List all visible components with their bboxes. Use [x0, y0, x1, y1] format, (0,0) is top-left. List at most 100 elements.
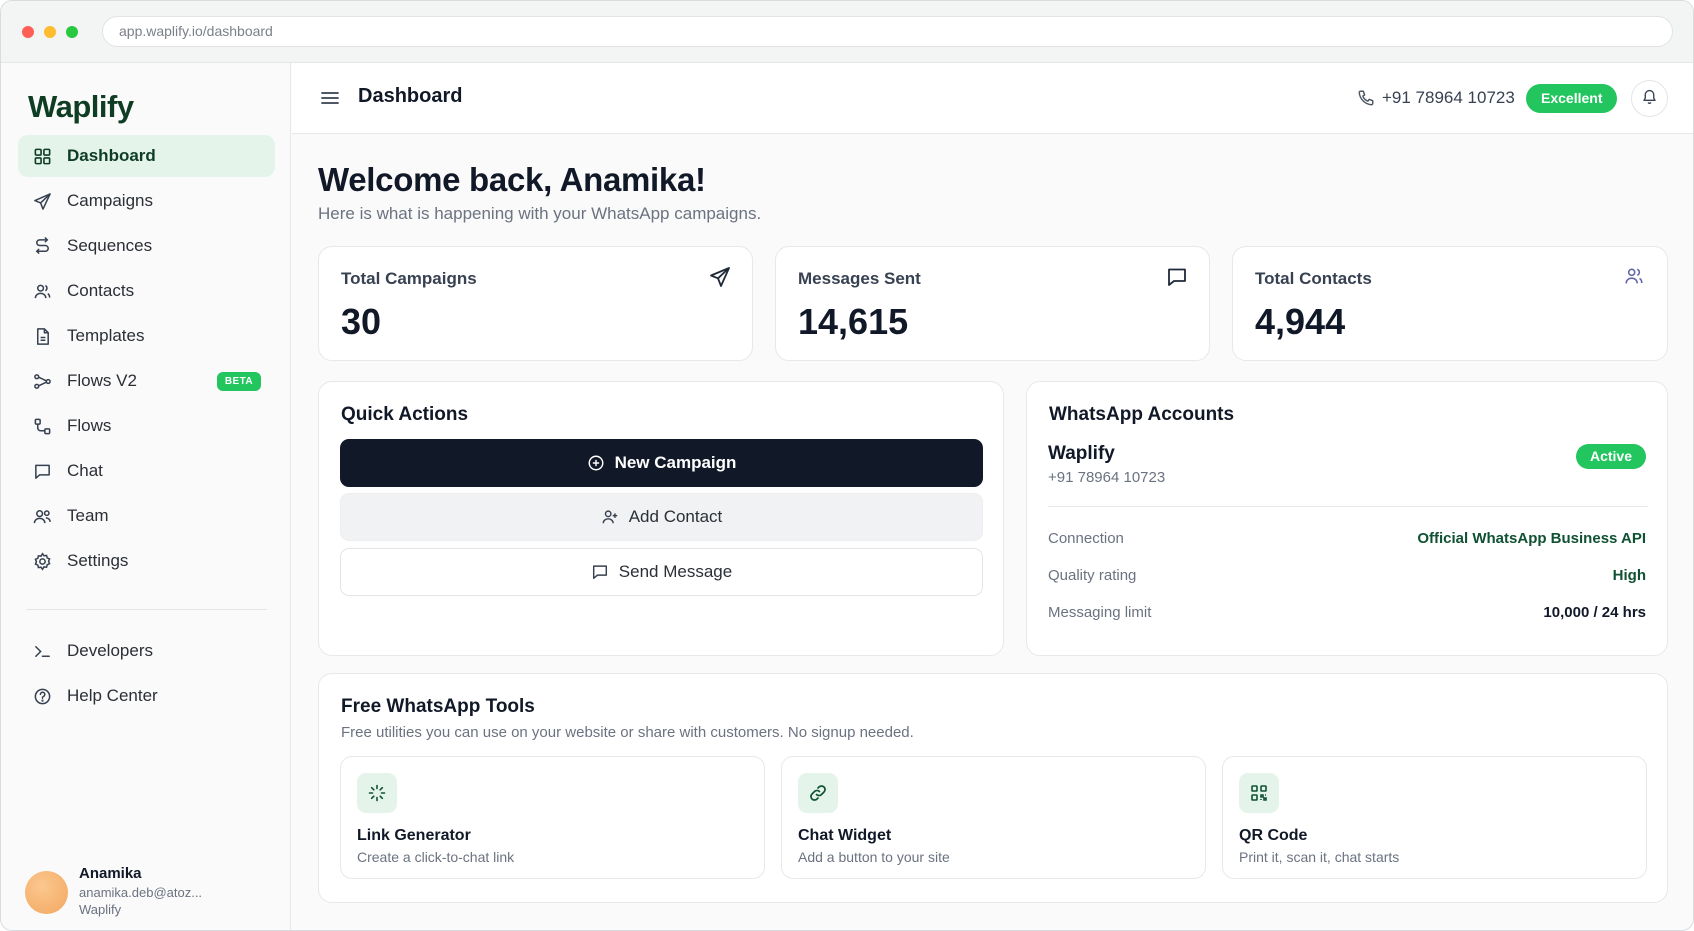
sidebar: Waplify Dashboard Campaigns Sequences Co… — [1, 63, 291, 930]
sidebar-item-flows[interactable]: Flows — [18, 405, 275, 447]
add-contact-label: Add Contact — [628, 507, 723, 526]
stat-label: Messages Sent — [798, 269, 921, 288]
gear-icon — [32, 551, 52, 571]
new-campaign-button[interactable]: New Campaign — [340, 439, 983, 487]
chat-icon — [1165, 265, 1189, 289]
stat-value: 4,944 — [1255, 301, 1346, 342]
user-email: anamika.deb@atoz... — [79, 885, 203, 900]
sequence-icon — [32, 236, 52, 256]
sidebar-item-label: Flows V2 — [67, 371, 137, 390]
account-name: Waplify — [1048, 443, 1115, 464]
sidebar-item-team[interactable]: Team — [18, 495, 275, 537]
send-icon — [32, 191, 52, 211]
address-bar[interactable]: app.waplify.io/dashboard — [102, 16, 1673, 47]
user-profile[interactable]: Anamika anamika.deb@atoz... Waplify — [25, 865, 275, 925]
sidebar-item-label: Team — [67, 506, 109, 525]
quality-rating-value: High — [1612, 567, 1646, 584]
sidebar-item-developers[interactable]: Developers — [18, 630, 275, 672]
users-icon — [32, 281, 52, 301]
user-plus-icon — [602, 510, 617, 524]
link-icon — [798, 773, 838, 813]
sidebar-item-dashboard[interactable]: Dashboard — [18, 135, 275, 177]
tool-card-chat-widget[interactable]: Chat Widget Add a button to your site — [781, 756, 1206, 879]
tool-description: Add a button to your site — [798, 849, 950, 865]
stat-value: 14,615 — [798, 301, 909, 342]
sidebar-item-label: Developers — [67, 641, 153, 660]
grid-icon — [32, 146, 52, 166]
add-contact-button[interactable]: Add Contact — [340, 493, 983, 541]
account-divider — [1048, 506, 1648, 507]
tool-card-link-generator[interactable]: Link Generator Create a click-to-chat li… — [340, 756, 765, 879]
sidebar-item-sequences[interactable]: Sequences — [18, 225, 275, 267]
stat-card-total-contacts[interactable]: Total Contacts 4,944 — [1232, 246, 1668, 361]
free-tools-card: Free WhatsApp Tools Free utilities you c… — [318, 673, 1668, 903]
sidebar-item-contacts[interactable]: Contacts — [18, 270, 275, 312]
quality-status-badge: Excellent — [1526, 84, 1618, 113]
tool-title: Link Generator — [357, 827, 471, 844]
app-logo[interactable]: Waplify — [28, 89, 134, 125]
team-icon — [32, 506, 52, 526]
flow-icon — [32, 371, 52, 391]
page-title: Dashboard — [358, 85, 463, 107]
sidebar-item-label: Flows — [67, 416, 112, 435]
route-icon — [32, 416, 52, 436]
whatsapp-accounts-title: WhatsApp Accounts — [1049, 404, 1235, 425]
maximize-window-dot[interactable] — [66, 26, 78, 38]
sidebar-item-label: Help Center — [67, 686, 158, 705]
avatar — [25, 871, 68, 914]
stat-value: 30 — [341, 301, 382, 342]
terminal-icon — [32, 641, 52, 661]
user-name: Anamika — [79, 865, 142, 882]
user-organization: Waplify — [79, 902, 122, 917]
tool-title: Chat Widget — [798, 827, 892, 844]
bell-icon — [1641, 88, 1658, 110]
file-icon — [32, 326, 52, 346]
sidebar-item-flows-v2[interactable]: Flows V2 BETA — [18, 360, 275, 402]
sidebar-item-templates[interactable]: Templates — [18, 315, 275, 357]
sidebar-item-label: Sequences — [67, 236, 153, 255]
tool-description: Print it, scan it, chat starts — [1239, 849, 1400, 865]
sidebar-item-label: Chat — [67, 461, 103, 480]
plus-circle-icon — [588, 455, 604, 471]
free-tools-title: Free WhatsApp Tools — [341, 696, 535, 717]
sidebar-item-help-center[interactable]: Help Center — [18, 675, 275, 717]
sidebar-item-label: Campaigns — [67, 191, 153, 210]
stat-label: Total Contacts — [1255, 269, 1372, 288]
chat-icon — [32, 461, 52, 481]
phone-number: +91 78964 10723 — [1382, 88, 1515, 107]
phone-icon — [1357, 89, 1375, 107]
welcome-heading: Welcome back, Anamika! — [318, 161, 706, 198]
sidebar-item-label: Dashboard — [67, 146, 156, 165]
send-message-label: Send Message — [618, 562, 733, 581]
send-message-button[interactable]: Send Message — [340, 548, 983, 596]
users-icon — [1623, 265, 1647, 289]
qr-icon — [1239, 773, 1279, 813]
help-icon — [32, 686, 52, 706]
whatsapp-accounts-card: WhatsApp Accounts Waplify +91 78964 1072… — [1026, 381, 1668, 656]
sidebar-item-campaigns[interactable]: Campaigns — [18, 180, 275, 222]
sidebar-item-chat[interactable]: Chat — [18, 450, 275, 492]
tool-card-qr-code[interactable]: QR Code Print it, scan it, chat starts — [1222, 756, 1647, 879]
tool-description: Create a click-to-chat link — [357, 849, 515, 865]
account-phone: +91 78964 10723 — [1048, 469, 1166, 486]
sidebar-item-label: Templates — [67, 326, 145, 345]
stat-card-messages-sent[interactable]: Messages Sent 14,615 — [775, 246, 1210, 361]
quick-actions-card: Quick Actions New Campaign Add Contact S… — [318, 381, 1004, 656]
welcome-subtitle: Here is what is happening with your What… — [318, 204, 762, 223]
browser-window: app.waplify.io/dashboard Waplify Dashboa… — [0, 0, 1694, 931]
sidebar-divider — [26, 609, 267, 610]
quick-actions-title: Quick Actions — [341, 404, 469, 425]
quality-rating-label: Quality rating — [1048, 567, 1137, 584]
sidebar-item-settings[interactable]: Settings — [18, 540, 275, 582]
close-window-dot[interactable] — [22, 26, 34, 38]
chat-icon — [592, 565, 607, 580]
top-header: Dashboard +91 78964 10723 Excellent — [292, 63, 1693, 134]
send-icon — [708, 265, 732, 289]
stat-label: Total Campaigns — [341, 269, 477, 288]
menu-icon[interactable] — [320, 89, 340, 107]
messaging-limit-label: Messaging limit — [1048, 604, 1152, 621]
stat-card-total-campaigns[interactable]: Total Campaigns 30 — [318, 246, 753, 361]
new-campaign-label: New Campaign — [614, 453, 737, 472]
minimize-window-dot[interactable] — [44, 26, 56, 38]
notifications-button[interactable] — [1631, 80, 1668, 117]
